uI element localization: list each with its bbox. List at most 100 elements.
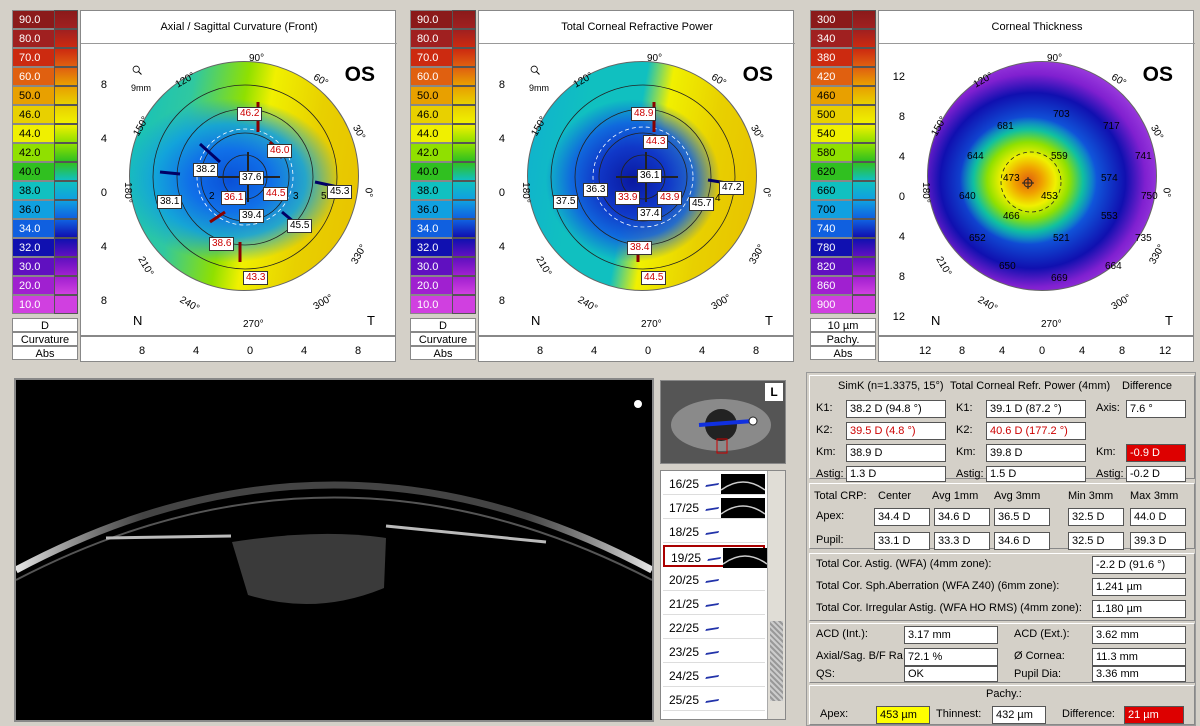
slice-thumbnail [720, 474, 766, 494]
crp-pupil-value[interactable]: 34.6 D [994, 532, 1050, 550]
crp-apex-value[interactable]: 32.5 D [1068, 508, 1124, 526]
k2b-value[interactable]: 40.6 D (177.2 °) [986, 422, 1086, 440]
pachy-diff-value[interactable]: 21 µm [1124, 706, 1184, 724]
crp-apex-value[interactable]: 34.4 D [874, 508, 930, 526]
power-value: 43.9 [657, 191, 683, 205]
legend-label: 620 [810, 162, 852, 181]
axis-tick: 0 [100, 187, 107, 199]
crp-pupil-value[interactable]: 39.3 D [1130, 532, 1186, 550]
thickness-color-map[interactable] [927, 61, 1157, 291]
crp-header: Total CRP: [814, 490, 867, 502]
wfa-sph-value[interactable]: 1.241 µm [1092, 578, 1186, 596]
qs-value[interactable]: OK [904, 666, 998, 682]
axis-tick: 4 [999, 345, 1006, 357]
legend-label: 44.0 [410, 124, 452, 143]
slice-item[interactable]: 23/25 [663, 641, 765, 663]
wfa-irr-value[interactable]: 1.180 µm [1092, 600, 1186, 618]
legend-label: 500 [810, 105, 852, 124]
slice-item[interactable]: 22/25 [663, 617, 765, 639]
astigb-value[interactable]: 1.5 D [986, 466, 1086, 482]
crp-pupil-value[interactable]: 33.1 D [874, 532, 930, 550]
astigb-label: Astig: [956, 468, 984, 480]
curv-value: 37.6 [239, 171, 265, 185]
legend-row: 80.0 [410, 29, 476, 48]
axis-tick: 12 [1159, 345, 1172, 357]
corneal-thickness-panel: 300 340 380 420 460 500 540 580 620 660 700 740 780 8… [804, 6, 1196, 364]
cornea-dia-label: Ø Cornea: [1014, 650, 1065, 662]
scheimpflug-image[interactable] [14, 378, 654, 722]
chamber-section: ACD (Int.): 3.17 mm ACD (Ext.): 3.62 mm … [809, 623, 1195, 683]
curvature-legend[interactable]: 90.0 80.0 70.0 60.0 50.0 46.0 44.0 42.0 40.0 38.0… [408, 10, 476, 360]
curvature-legend[interactable]: 90.0 80.0 70.0 60.0 50.0 46.0 44.0 42.0 40.0 38.0… [10, 10, 78, 360]
axis-value[interactable]: 7.6 ° [1126, 400, 1186, 418]
axis-tick: 8 [139, 345, 146, 357]
legend-label: 40.0 [12, 162, 54, 181]
legend-row: 30.0 [410, 257, 476, 276]
slice-item[interactable]: 18/25 [663, 521, 765, 543]
legend-row: 900 [810, 295, 876, 314]
legend-row: 90.0 [410, 10, 476, 29]
crp-pupil-value[interactable]: 32.5 D [1068, 532, 1124, 550]
legend-label: 540 [810, 124, 852, 143]
thickness-map-area[interactable]: Corneal Thickness OS 12 8 4 0 4 8 12 90° 60° 3… [878, 10, 1195, 336]
angle-270: 270° [1041, 319, 1062, 330]
cornea-dia-value[interactable]: 11.3 mm [1092, 648, 1186, 666]
crp-apex-value[interactable]: 34.6 D [934, 508, 990, 526]
axis-tick: 8 [959, 345, 966, 357]
k2-value[interactable]: 39.5 D (4.8 °) [846, 422, 946, 440]
scroll-thumb[interactable] [770, 621, 783, 701]
legend-swatch [852, 67, 876, 86]
slice-direction-icon [705, 623, 721, 631]
legend-row: 40.0 [410, 162, 476, 181]
kmb-value[interactable]: 39.8 D [986, 444, 1086, 462]
slice-item[interactable]: 24/25 [663, 665, 765, 687]
crp-apex-value[interactable]: 44.0 D [1130, 508, 1186, 526]
km-difference-value[interactable]: -0.9 D [1126, 444, 1186, 462]
k1-value[interactable]: 38.2 D (94.8 °) [846, 400, 946, 418]
legend-row: 40.0 [12, 162, 78, 181]
pachy-thinnest-value[interactable]: 432 µm [992, 706, 1046, 724]
slice-list-scrollbar[interactable] [767, 471, 785, 719]
astig-difference-value[interactable]: -0.2 D [1126, 466, 1186, 482]
axial-map-area[interactable]: Axial / Sagittal Curvature (Front) OS 9m… [80, 10, 397, 336]
slice-item[interactable]: 16/25 [663, 473, 766, 495]
legend-swatch [852, 238, 876, 257]
axis-tick: 8 [355, 345, 362, 357]
axis-tick: 8 [753, 345, 760, 357]
thickness-value: 717 [1103, 121, 1120, 132]
axis-tick: 4 [591, 345, 598, 357]
km-value[interactable]: 38.9 D [846, 444, 946, 462]
slice-label: 21/25 [669, 597, 700, 611]
thickness-value: 553 [1101, 211, 1118, 222]
slice-item[interactable]: 19/25 [663, 545, 768, 568]
pachy-legend[interactable]: 300 340 380 420 460 500 540 580 620 660 700 740 780 8… [808, 10, 876, 360]
slice-item[interactable]: 20/25 [663, 569, 765, 591]
wfa-astig-value[interactable]: -2.2 D (91.6 °) [1092, 556, 1186, 574]
legend-label: 46.0 [12, 105, 54, 124]
curv-value: 43.3 [243, 271, 269, 285]
bf-ratio-value[interactable]: 72.1 % [904, 648, 998, 666]
slice-item[interactable]: 25/25 [663, 689, 765, 711]
refractive-map-area[interactable]: Total Corneal Refractive Power OS 9mm 84… [478, 10, 795, 336]
legend-unit-a: D [12, 318, 78, 332]
pupil-dia-value[interactable]: 3.36 mm [1092, 666, 1186, 682]
astig-value[interactable]: 1.3 D [846, 466, 946, 482]
legend-row: 380 [810, 48, 876, 67]
slice-item[interactable]: 21/25 [663, 593, 765, 615]
k1b-value[interactable]: 39.1 D (87.2 °) [986, 400, 1086, 418]
legend-swatch [54, 143, 78, 162]
pachy-apex-value[interactable]: 453 µm [876, 706, 930, 724]
legend-row: 860 [810, 276, 876, 295]
acd-ext-value[interactable]: 3.62 mm [1092, 626, 1186, 644]
power-value: 44.5 [641, 271, 667, 285]
axis-tick: 4 [699, 345, 706, 357]
k1b-label: K1: [956, 402, 973, 414]
slice-direction-icon [705, 695, 721, 703]
slice-list[interactable]: 16/25 17/25 18/25 19/25 20/25 21/25 22/25 23/25… [660, 470, 786, 720]
slice-item[interactable]: 17/25 [663, 497, 766, 519]
crp-pupil-value[interactable]: 33.3 D [934, 532, 990, 550]
crp-apex-value[interactable]: 36.5 D [994, 508, 1050, 526]
eye-thumbnail[interactable]: L [660, 380, 786, 464]
acd-int-value[interactable]: 3.17 mm [904, 626, 998, 644]
thickness-value: 574 [1101, 173, 1118, 184]
